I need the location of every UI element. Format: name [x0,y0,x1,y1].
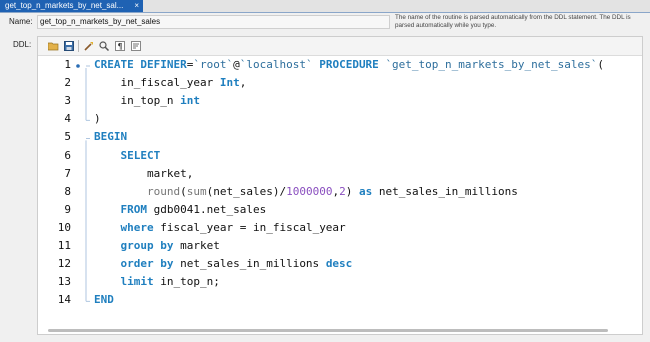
code-line: in_fiscal_year Int, [94,76,246,89]
code-token: desc [325,257,353,271]
code-line: END [94,293,114,306]
code-token: PROCEDURE [319,58,379,71]
invisible-chars-icon[interactable]: ¶ [114,40,126,52]
code-token: gdb0041.net_sales [147,202,267,216]
code-token: limit [120,275,154,289]
code-token: @ [233,58,240,71]
code-token: int [180,94,200,108]
code-token: ( [597,58,604,71]
code-line: limit in_top_n; [94,275,220,288]
code-token: CREATE DEFINER [94,58,187,71]
code-token: in_top_n [94,94,181,108]
horizontal-scrollbar[interactable] [48,329,608,332]
ddl-label: DDL: [13,40,32,49]
code-token: ( [180,184,187,198]
code-token: sum [186,184,207,198]
name-label: Name: [9,17,33,26]
code-token: `get_top_n_markets_by_net_sales` [385,58,598,71]
code-token: `root` [193,58,234,71]
tab-close-icon[interactable]: × [134,0,139,12]
code-token: BEGIN [94,130,128,144]
code-token: 1000000 [286,184,333,198]
code-line: in_top_n int [94,94,200,108]
find-icon[interactable] [98,40,110,52]
line-number-gutter: 1 2 3 4 5 6 7 8 9 10 11 12 13 14 [38,55,90,325]
code-token: group by [120,239,174,252]
code-token: as [358,184,373,198]
tab-bar: get_top_n_markets_by_net_sal... × [0,0,650,13]
code-token: in_fiscal_year [94,76,220,90]
code-line: order by net_sales_in_millions desc [94,257,353,271]
code-token: net_sales_in_millions [372,184,518,198]
code-line: ) [94,112,101,125]
code-line: CREATE DEFINER=`root`@`localhost` PROCED… [94,58,604,71]
help-text: The name of the routine is parsed automa… [395,14,631,29]
wrap-icon[interactable] [130,40,142,52]
code-token: net_sales_in_millions [173,257,326,271]
code-token: ) [345,184,359,198]
code-token: FROM [120,202,148,216]
code-token: in_top_n; [153,275,220,289]
code-token: , [239,76,247,90]
fold-dot-icon [76,64,80,68]
code-token: fiscal_year = in_fiscal_year [153,220,346,234]
open-icon[interactable] [47,40,59,52]
code-line: BEGIN [94,130,127,143]
code-token: order by [120,257,174,271]
save-icon[interactable] [63,40,75,52]
code-token: round [146,184,181,198]
beautify-icon[interactable] [83,40,95,52]
fold-markers [76,64,90,302]
code-token: Int [219,76,240,90]
routine-name-input[interactable]: get_top_n_markets_by_net_sales [37,15,390,29]
tab-title: get_top_n_markets_by_net_sal... [5,1,124,10]
code-token: SELECT [120,148,161,162]
code-token: ) [94,112,101,126]
code-line: where fiscal_year = in_fiscal_year [94,221,346,234]
code-token: 2 [339,184,346,198]
code-line: group by market [94,239,220,252]
code-line: FROM gdb0041.net_sales [94,202,267,216]
code-line: market, [94,167,193,180]
code-token: where [120,220,154,234]
tab-routine[interactable]: get_top_n_markets_by_net_sal... × [0,0,143,12]
ddl-editor[interactable]: ¶ 1 2 3 4 5 6 7 8 9 10 11 12 13 14 CREATE DEFINER=`ro… [37,36,643,335]
code-token: market [173,239,220,252]
svg-text:¶: ¶ [118,42,123,51]
code-token: END [94,293,114,307]
code-token: market, [94,166,194,180]
code-line: SELECT [94,148,161,162]
editor-toolbar: ¶ [38,37,642,56]
toolbar-separator [78,40,79,52]
code-token: (net_sales)/ [206,184,287,198]
code-line: round(sum(net_sales)/1000000,2) as net_s… [94,185,518,198]
code-token: `localhost` [239,58,313,71]
